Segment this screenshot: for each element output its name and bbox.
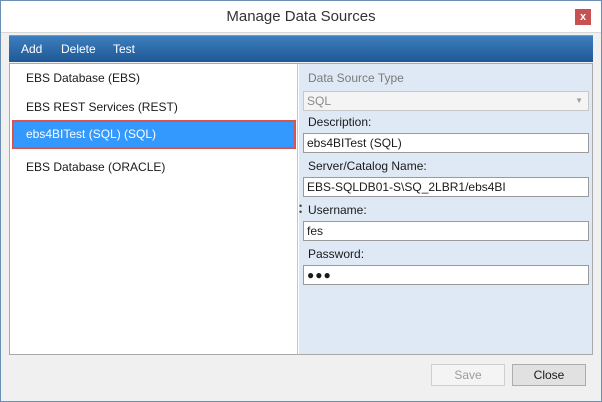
server-catalog-field[interactable]: EBS-SQLDB01-S\SQ_2LBR1/ebs4BI <box>303 177 589 197</box>
toolbar: Add Delete Test <box>9 35 593 62</box>
splitter-grip-icon[interactable]: • • <box>299 202 303 217</box>
data-source-type-select: SQL ▼ <box>303 91 589 111</box>
server-catalog-label: Server/Catalog Name: <box>308 159 427 173</box>
footer: Save Close <box>1 357 601 401</box>
password-field[interactable]: ●●● <box>303 265 589 285</box>
data-source-type-label: Data Source Type <box>308 71 404 85</box>
manage-data-sources-window: Manage Data Sources x Add Delete Test EB… <box>0 0 602 402</box>
data-source-form: Data Source Type SQL ▼ Description: ebs4… <box>299 64 592 354</box>
window-title: Manage Data Sources <box>226 8 376 25</box>
data-source-list[interactable]: EBS Database (EBS) EBS REST Services (RE… <box>10 64 298 354</box>
list-item-ebs-database-ebs[interactable]: EBS Database (EBS) <box>12 64 296 93</box>
username-field[interactable]: fes <box>303 221 589 241</box>
close-window-icon[interactable]: x <box>575 9 591 25</box>
list-item-ebs-rest-services[interactable]: EBS REST Services (REST) <box>12 93 296 122</box>
add-button[interactable]: Add <box>21 42 42 56</box>
description-field[interactable]: ebs4BITest (SQL) <box>303 133 589 153</box>
save-button[interactable]: Save <box>431 364 505 386</box>
username-label: Username: <box>308 203 367 217</box>
title-bar: Manage Data Sources x <box>1 1 601 33</box>
list-item-ebs4bitest-sql[interactable]: ebs4BITest (SQL) (SQL) <box>12 120 296 149</box>
data-source-type-value: SQL <box>307 94 332 108</box>
main-content: EBS Database (EBS) EBS REST Services (RE… <box>9 63 593 355</box>
test-button[interactable]: Test <box>113 42 135 56</box>
delete-button[interactable]: Delete <box>61 42 96 56</box>
close-button[interactable]: Close <box>512 364 586 386</box>
description-label: Description: <box>308 115 372 129</box>
list-item-ebs-database-oracle[interactable]: EBS Database (ORACLE) <box>12 153 296 182</box>
chevron-down-icon: ▼ <box>575 96 583 105</box>
password-label: Password: <box>308 247 365 261</box>
